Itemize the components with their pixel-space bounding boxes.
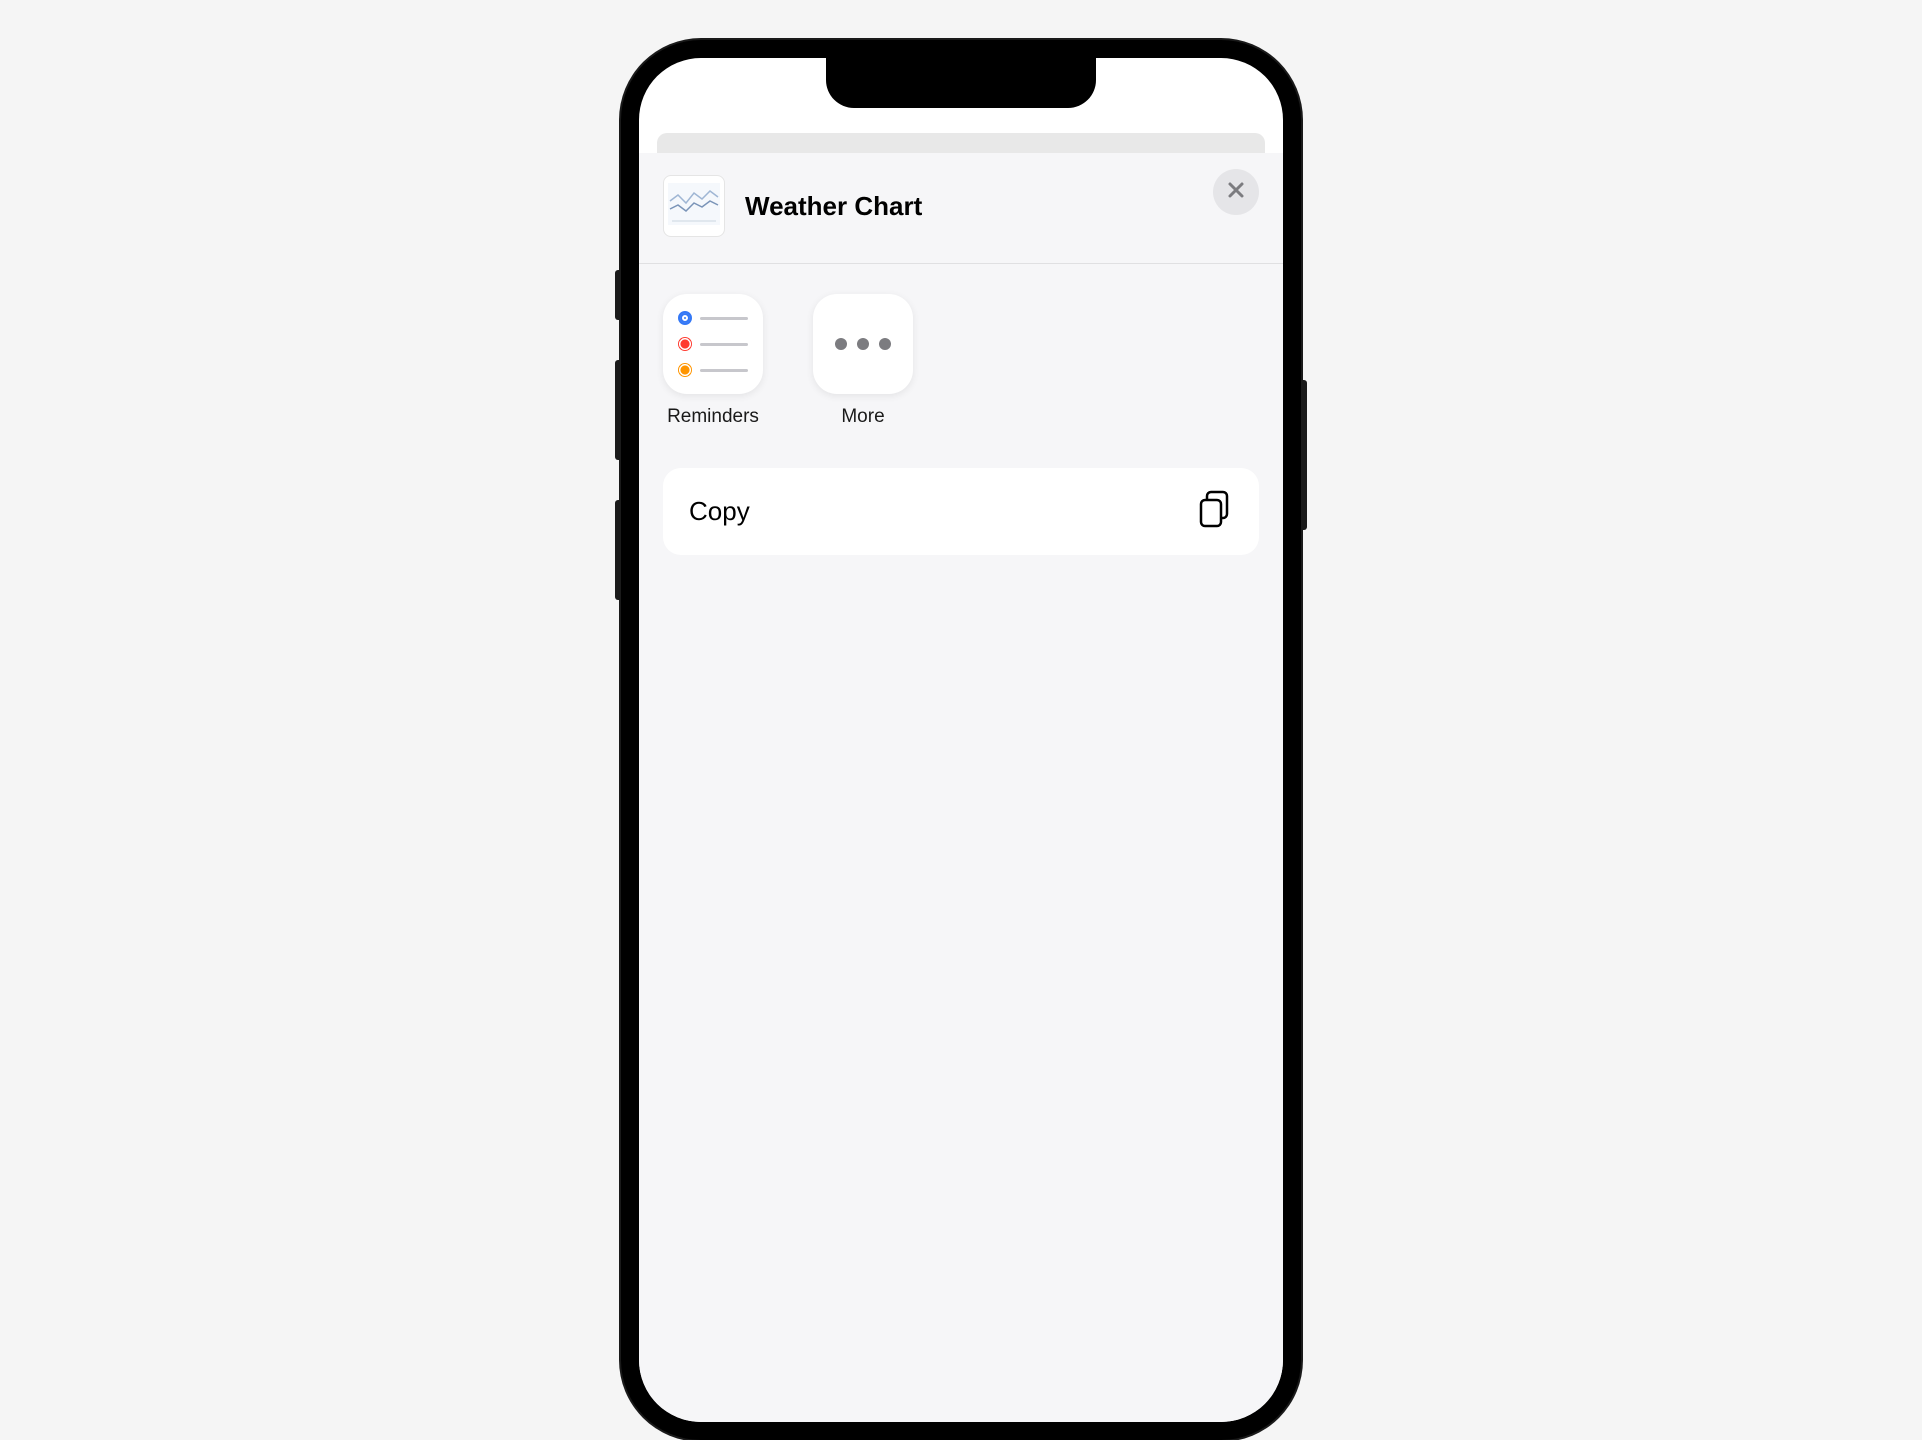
screen: Weather Chart (639, 58, 1283, 1422)
background-sheet-hint (657, 133, 1265, 153)
weather-chart-icon (668, 183, 720, 230)
share-actions-list: Copy (663, 468, 1259, 555)
share-app-label: More (841, 406, 884, 428)
share-app-reminders[interactable]: Reminders (663, 294, 763, 428)
share-app-label: Reminders (667, 406, 759, 428)
share-app-more[interactable]: More (813, 294, 913, 428)
share-sheet: Weather Chart (639, 153, 1283, 1422)
copy-icon (1197, 490, 1233, 533)
close-button[interactable] (1213, 169, 1259, 215)
reminders-icon (663, 294, 763, 394)
notch (826, 58, 1096, 108)
close-icon (1226, 180, 1246, 205)
action-label: Copy (689, 496, 750, 527)
mute-switch (615, 270, 621, 320)
share-apps-row: Reminders More (639, 264, 1283, 458)
item-thumbnail (663, 175, 725, 237)
power-button (1301, 380, 1307, 530)
volume-up (615, 360, 621, 460)
side-buttons-left (615, 270, 621, 640)
share-sheet-title: Weather Chart (745, 191, 1213, 222)
content-area: Weather Chart (639, 58, 1283, 1422)
share-sheet-header: Weather Chart (639, 153, 1283, 264)
copy-action[interactable]: Copy (663, 468, 1259, 555)
more-icon (813, 294, 913, 394)
iphone-frame: Weather Chart (621, 40, 1301, 1440)
side-buttons-right (1301, 380, 1307, 530)
volume-down (615, 500, 621, 600)
